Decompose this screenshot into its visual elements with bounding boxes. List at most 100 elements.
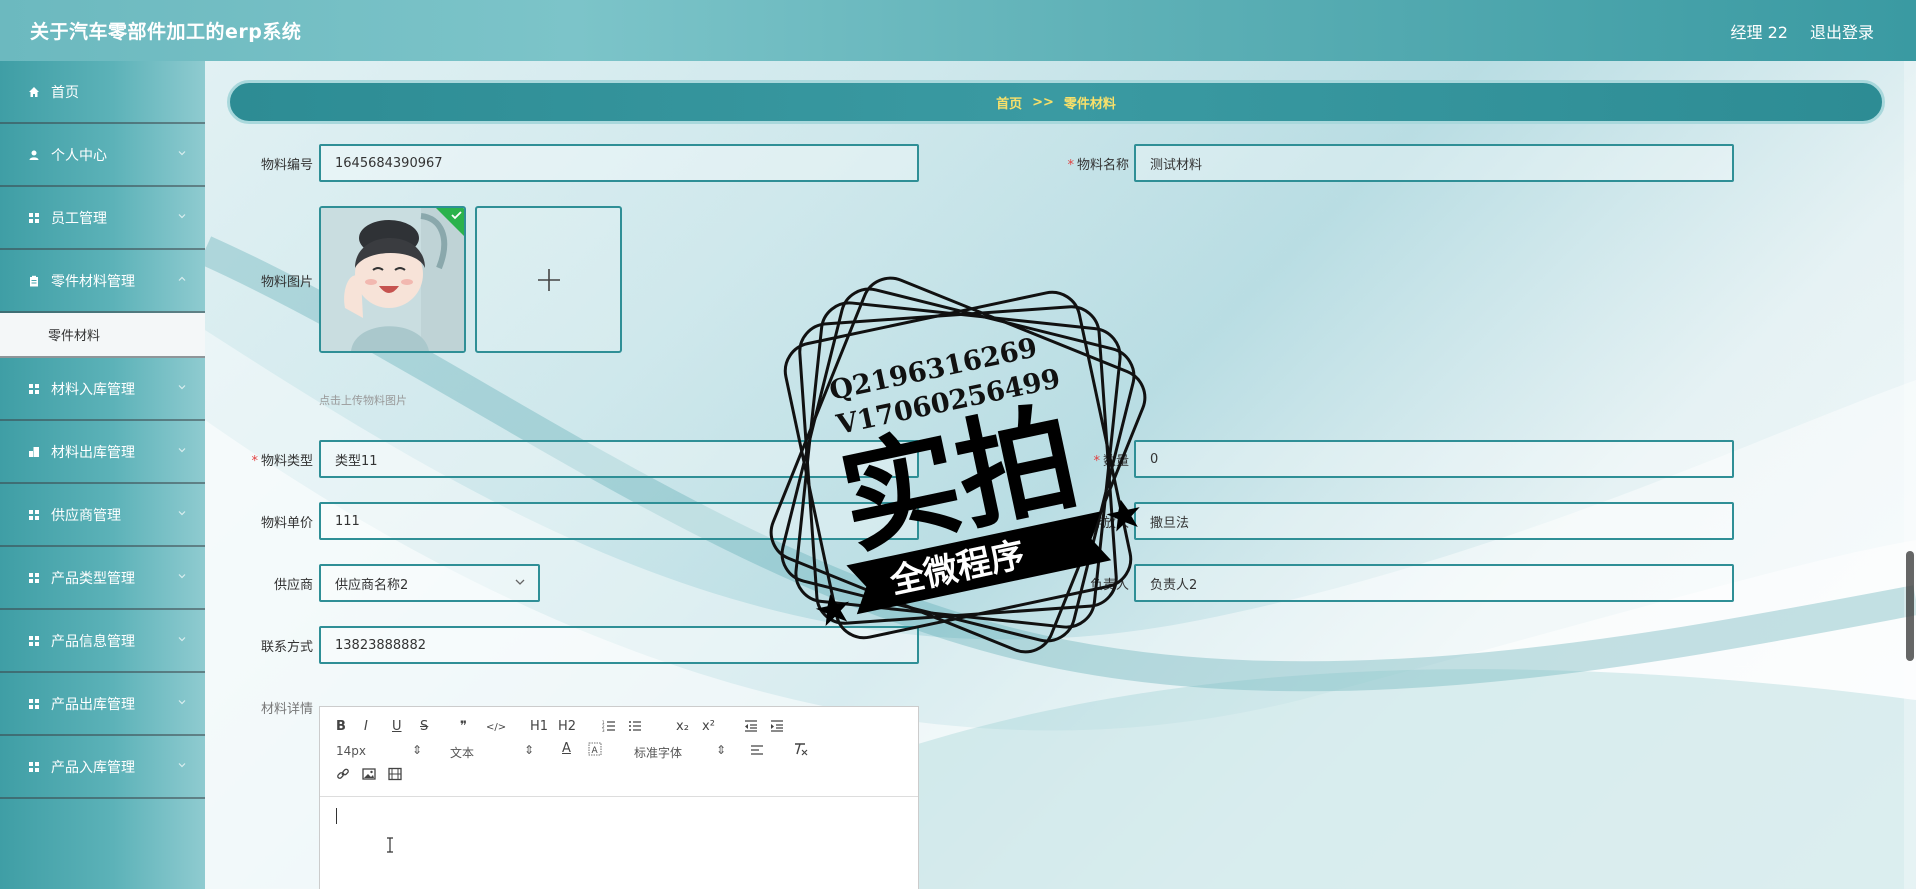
sidebar-item-parts-materials-mgmt[interactable]: 零件材料管理 xyxy=(0,250,205,313)
sidebar-item-product-inbound[interactable]: 产品入库管理 xyxy=(0,736,205,799)
updown-arrow-icon: ⇕ xyxy=(412,743,423,757)
superscript-button[interactable]: x² xyxy=(702,719,715,734)
sidebar-item-label: 产品入库管理 xyxy=(51,759,135,776)
image-icon[interactable] xyxy=(362,767,376,785)
breadcrumb-home[interactable]: 首页 xyxy=(996,93,1022,112)
outdent-icon[interactable] xyxy=(744,719,758,737)
building-icon xyxy=(27,445,41,459)
sidebar-item-material-outbound[interactable]: 材料出库管理 xyxy=(0,421,205,484)
contact-input[interactable]: 13823888882 xyxy=(319,626,919,664)
material-image-thumbnail[interactable] xyxy=(319,206,466,353)
quantity-label: * 数量 xyxy=(1093,454,1129,469)
manager-label: 负责人 xyxy=(1089,578,1129,593)
storage-person-label: 存放人 xyxy=(1089,516,1129,531)
grid-icon xyxy=(27,382,41,396)
grid-icon xyxy=(27,634,41,648)
supplier-label: 供应商 xyxy=(273,578,313,593)
bold-button[interactable]: B xyxy=(336,719,346,734)
svg-text:A: A xyxy=(592,746,599,756)
chevron-down-icon xyxy=(177,760,189,772)
sidebar: 首页 个人中心 员工管理 零件材料管理 零件材料 材料入库管理 材料出库管理 供… xyxy=(0,61,205,889)
upload-hint: 点击上传物料图片 xyxy=(319,394,407,407)
font-color-icon[interactable]: A xyxy=(562,741,571,756)
sidebar-item-label: 产品出库管理 xyxy=(51,696,135,713)
link-icon[interactable] xyxy=(336,767,350,785)
sidebar-item-label: 供应商管理 xyxy=(51,507,121,524)
quantity-input[interactable]: 0 xyxy=(1134,440,1734,478)
align-icon[interactable] xyxy=(750,743,764,761)
background-color-icon[interactable]: A xyxy=(588,742,602,760)
sidebar-item-home[interactable]: 首页 xyxy=(0,61,205,124)
contact-label: 联系方式 xyxy=(260,640,313,655)
sidebar-item-label: 个人中心 xyxy=(51,147,107,164)
sidebar-item-product-types[interactable]: 产品类型管理 xyxy=(0,547,205,610)
current-user: 经理 22 xyxy=(1730,22,1788,42)
material-code-input[interactable]: 1645684390967 xyxy=(319,144,919,182)
material-code-label: 物料编号 xyxy=(260,158,313,173)
material-name-label: * 物料名称 xyxy=(1067,158,1129,173)
supplier-select[interactable]: 供应商名称2 xyxy=(319,564,540,602)
material-type-label: * 物料类型 xyxy=(251,454,313,469)
unit-price-label: 物料单价 xyxy=(260,516,313,531)
chevron-down-icon xyxy=(177,634,189,646)
supplier-selected-value: 供应商名称2 xyxy=(335,577,409,593)
clipboard-icon xyxy=(27,274,41,288)
sidebar-subitem-parts-materials[interactable]: 零件材料 xyxy=(0,313,205,358)
material-image-label: 物料图片 xyxy=(260,275,313,290)
chevron-down-icon xyxy=(177,697,189,709)
manager-input[interactable]: 负责人2 xyxy=(1134,564,1734,602)
logout-link[interactable]: 退出登录 xyxy=(1810,19,1874,43)
home-icon xyxy=(27,85,41,99)
chevron-down-icon xyxy=(177,382,189,394)
sidebar-item-label: 材料出库管理 xyxy=(51,444,135,461)
main-content: 首页 >> 零件材料 物料编号 1645684390967 * 物料名称 测试材料… xyxy=(205,61,1916,889)
top-header: 关于汽车零部件加工的erp系统 经理 22 退出登录 xyxy=(0,0,1916,61)
user-icon xyxy=(27,148,41,162)
code-button[interactable]: </> xyxy=(486,722,506,733)
chevron-down-icon xyxy=(514,575,526,589)
italic-button[interactable]: I xyxy=(364,719,368,734)
bullet-list-icon[interactable] xyxy=(628,719,642,737)
block-format-select[interactable]: 文本 xyxy=(450,744,474,761)
strike-button[interactable]: S xyxy=(420,719,428,734)
sidebar-item-profile[interactable]: 个人中心 xyxy=(0,124,205,187)
clear-format-icon[interactable] xyxy=(792,742,808,760)
video-icon[interactable] xyxy=(388,767,402,785)
page-scrollbar[interactable] xyxy=(1904,61,1916,889)
h2-button[interactable]: H2 xyxy=(558,719,576,734)
unit-price-input[interactable]: 111 xyxy=(319,502,919,540)
breadcrumb-current: 零件材料 xyxy=(1063,96,1116,112)
chevron-down-icon xyxy=(177,508,189,520)
font-size-select[interactable]: 14px xyxy=(336,744,366,758)
sidebar-item-suppliers[interactable]: 供应商管理 xyxy=(0,484,205,547)
sidebar-item-product-outbound[interactable]: 产品出库管理 xyxy=(0,673,205,736)
grid-icon xyxy=(27,697,41,711)
blockquote-button[interactable]: ❞ xyxy=(460,719,467,734)
material-type-input[interactable]: 类型11 xyxy=(319,440,919,478)
underline-button[interactable]: U xyxy=(392,719,402,734)
sidebar-item-material-inbound[interactable]: 材料入库管理 xyxy=(0,358,205,421)
text-caret xyxy=(336,808,337,824)
sidebar-item-label: 零件材料 xyxy=(48,329,101,344)
rich-text-editor[interactable]: B I U S ❞ </> H1 H2 123 x₂ x² 14px ⇕ 文本 … xyxy=(319,706,919,889)
indent-icon[interactable] xyxy=(770,719,784,737)
chevron-down-icon xyxy=(177,571,189,583)
sidebar-item-employees[interactable]: 员工管理 xyxy=(0,187,205,250)
sidebar-item-product-info[interactable]: 产品信息管理 xyxy=(0,610,205,673)
storage-person-input[interactable]: 撒旦法 xyxy=(1134,502,1734,540)
sidebar-item-label: 产品信息管理 xyxy=(51,633,135,650)
sidebar-item-label: 产品类型管理 xyxy=(51,570,135,587)
material-name-input[interactable]: 测试材料 xyxy=(1134,144,1734,182)
chevron-down-icon xyxy=(177,211,189,223)
sidebar-item-label: 零件材料管理 xyxy=(51,273,135,290)
breadcrumb: 首页 >> 零件材料 xyxy=(227,80,1885,124)
header-right: 经理 22 退出登录 xyxy=(1731,19,1874,43)
image-upload-button[interactable] xyxy=(475,206,622,353)
h1-button[interactable]: H1 xyxy=(530,719,548,734)
sidebar-item-label: 首页 xyxy=(51,84,79,101)
font-family-select[interactable]: 标准字体 xyxy=(634,744,682,761)
scrollbar-thumb[interactable] xyxy=(1906,551,1914,661)
ordered-list-icon[interactable]: 123 xyxy=(602,719,616,737)
subscript-button[interactable]: x₂ xyxy=(676,719,689,734)
grid-icon xyxy=(27,571,41,585)
